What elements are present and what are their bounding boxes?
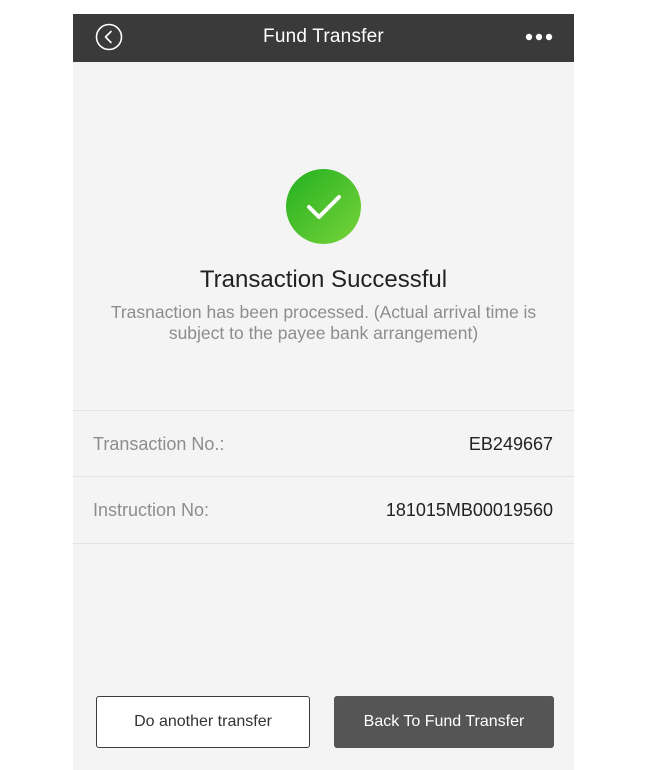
transaction-number-row: Transaction No.: EB249667 — [73, 410, 574, 477]
status-title: Transaction Successful — [199, 266, 448, 293]
back-to-fund-transfer-button[interactable]: Back To Fund Transfer — [334, 696, 554, 748]
checkmark-circle-icon — [286, 169, 361, 244]
more-horizontal-icon — [525, 33, 553, 41]
instruction-number-row: Instruction No: 181015MB00019560 — [73, 476, 574, 544]
transaction-number-value: EB249667 — [468, 434, 553, 454]
transaction-number-label: Transaction No.: — [93, 434, 225, 454]
app-header: Fund Transfer — [73, 14, 574, 62]
instruction-number-value: 181015MB00019560 — [385, 500, 553, 520]
fund-transfer-screen: Fund Transfer Transaction Successful Tra… — [73, 14, 574, 770]
do-another-transfer-button[interactable]: Do another transfer — [96, 696, 310, 748]
page-title: Fund Transfer — [263, 26, 384, 47]
instruction-number-label: Instruction No: — [93, 500, 210, 520]
status-message: Trasnaction has been processed. (Actual … — [110, 302, 537, 343]
more-options-button[interactable] — [524, 28, 554, 46]
